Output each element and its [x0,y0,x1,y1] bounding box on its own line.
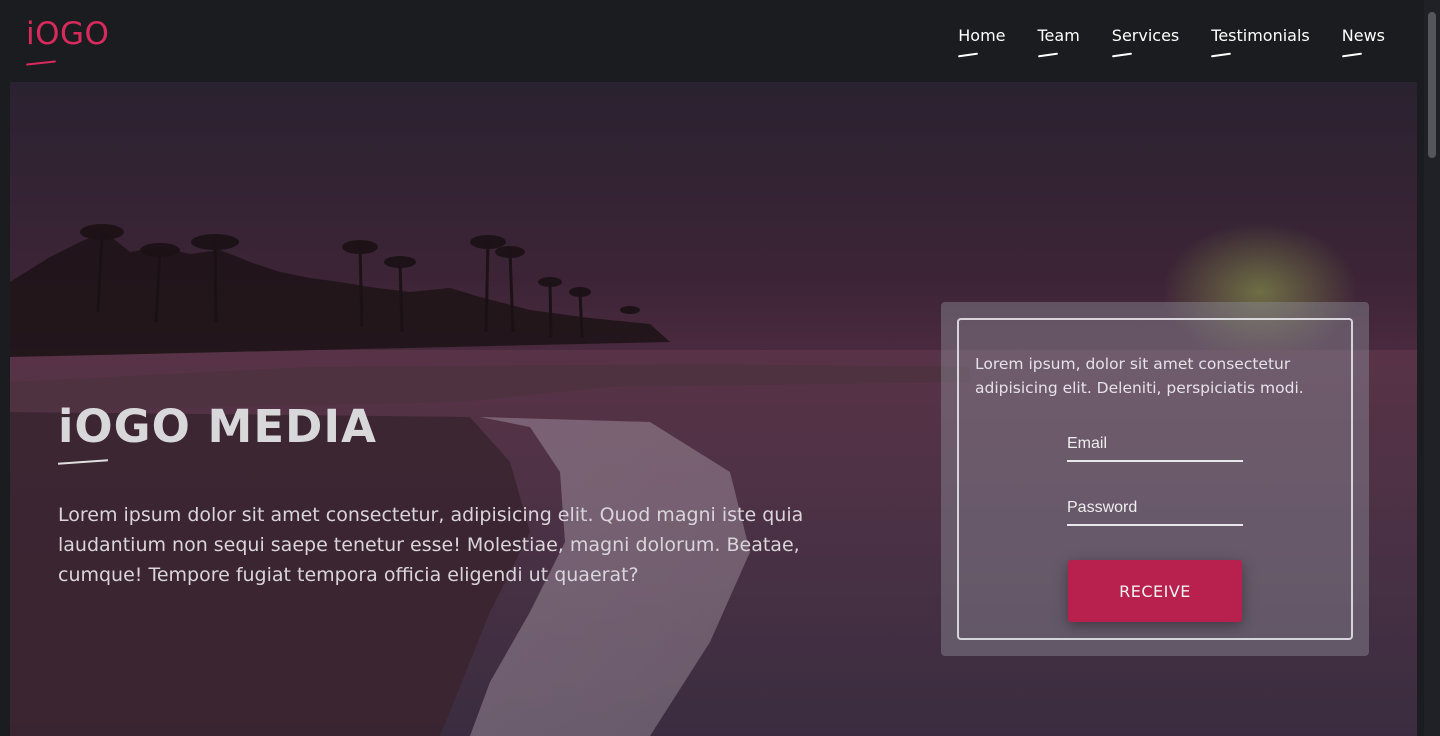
nav-services-link[interactable]: Services [1112,26,1179,53]
page-scrollbar[interactable] [1424,0,1440,736]
nav-home-link[interactable]: Home [958,26,1005,53]
hero-title: iOGO MEDIA [58,400,377,453]
hero-section: iOGO MEDIA Lorem ipsum dolor sit amet co… [10,82,1417,736]
navbar: iOGO Home Team Services Testimonials New… [0,0,1424,82]
email-field [1067,428,1243,462]
nav-team-link[interactable]: Team [1038,26,1080,53]
nav-news-link[interactable]: News [1342,26,1385,53]
form-description: Lorem ipsum, dolor sit amet consectetur … [975,355,1304,397]
password-input[interactable] [1067,492,1243,524]
email-input[interactable] [1067,428,1243,460]
subscribe-form: Lorem ipsum, dolor sit amet consectetur … [957,318,1353,640]
scrollbar-thumb[interactable] [1428,12,1436,158]
nav-menu: Home Team Services Testimonials News [958,26,1385,53]
subscribe-form-card: Lorem ipsum, dolor sit amet consectetur … [941,302,1369,656]
logo[interactable]: iOGO [26,16,109,52]
nav-testimonials-link[interactable]: Testimonials [1211,26,1310,53]
hero-description: Lorem ipsum dolor sit amet consectetur, … [58,504,804,586]
receive-button[interactable]: RECEIVE [1068,560,1242,622]
password-field [1067,492,1243,526]
logo-underline [25,60,57,66]
